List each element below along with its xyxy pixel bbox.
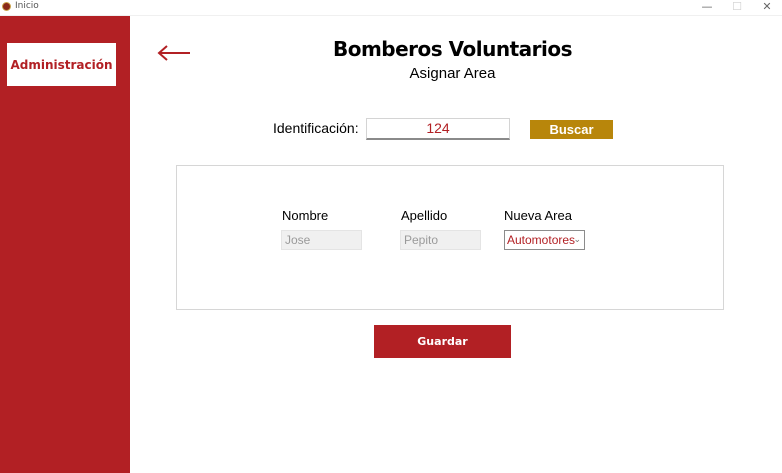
save-button[interactable]: Guardar	[374, 325, 511, 358]
apellido-label: Apellido	[401, 208, 448, 223]
window-title: Inicio	[15, 1, 39, 11]
minimize-button[interactable]: —	[692, 0, 722, 15]
identificacion-input[interactable]: 124	[366, 118, 510, 140]
window-titlebar: Inicio — ☐ ✕	[0, 0, 782, 16]
page-title: Bomberos Voluntarios	[332, 37, 573, 61]
nombre-label: Nombre	[282, 208, 329, 223]
sidebar-item-administracion[interactable]: Administración	[7, 43, 116, 86]
apellido-field[interactable]: Pepito	[400, 230, 481, 250]
page-subtitle: Asignar Area	[409, 65, 496, 82]
nueva-area-select[interactable]: Automotores ⌄	[504, 230, 585, 250]
sidebar: Administración	[0, 16, 130, 473]
close-button[interactable]: ✕	[752, 0, 782, 15]
back-arrow-icon[interactable]	[156, 42, 192, 64]
nueva-area-value: Automotores	[507, 233, 576, 247]
identificacion-label: Identificación:	[273, 120, 359, 136]
nueva-area-label: Nueva Area	[504, 208, 572, 223]
chevron-down-icon: ⌄	[573, 235, 581, 245]
nombre-field[interactable]: Jose	[281, 230, 362, 250]
app-logo-icon	[2, 2, 11, 11]
maximize-button[interactable]: ☐	[722, 0, 752, 15]
search-button[interactable]: Buscar	[530, 120, 613, 139]
